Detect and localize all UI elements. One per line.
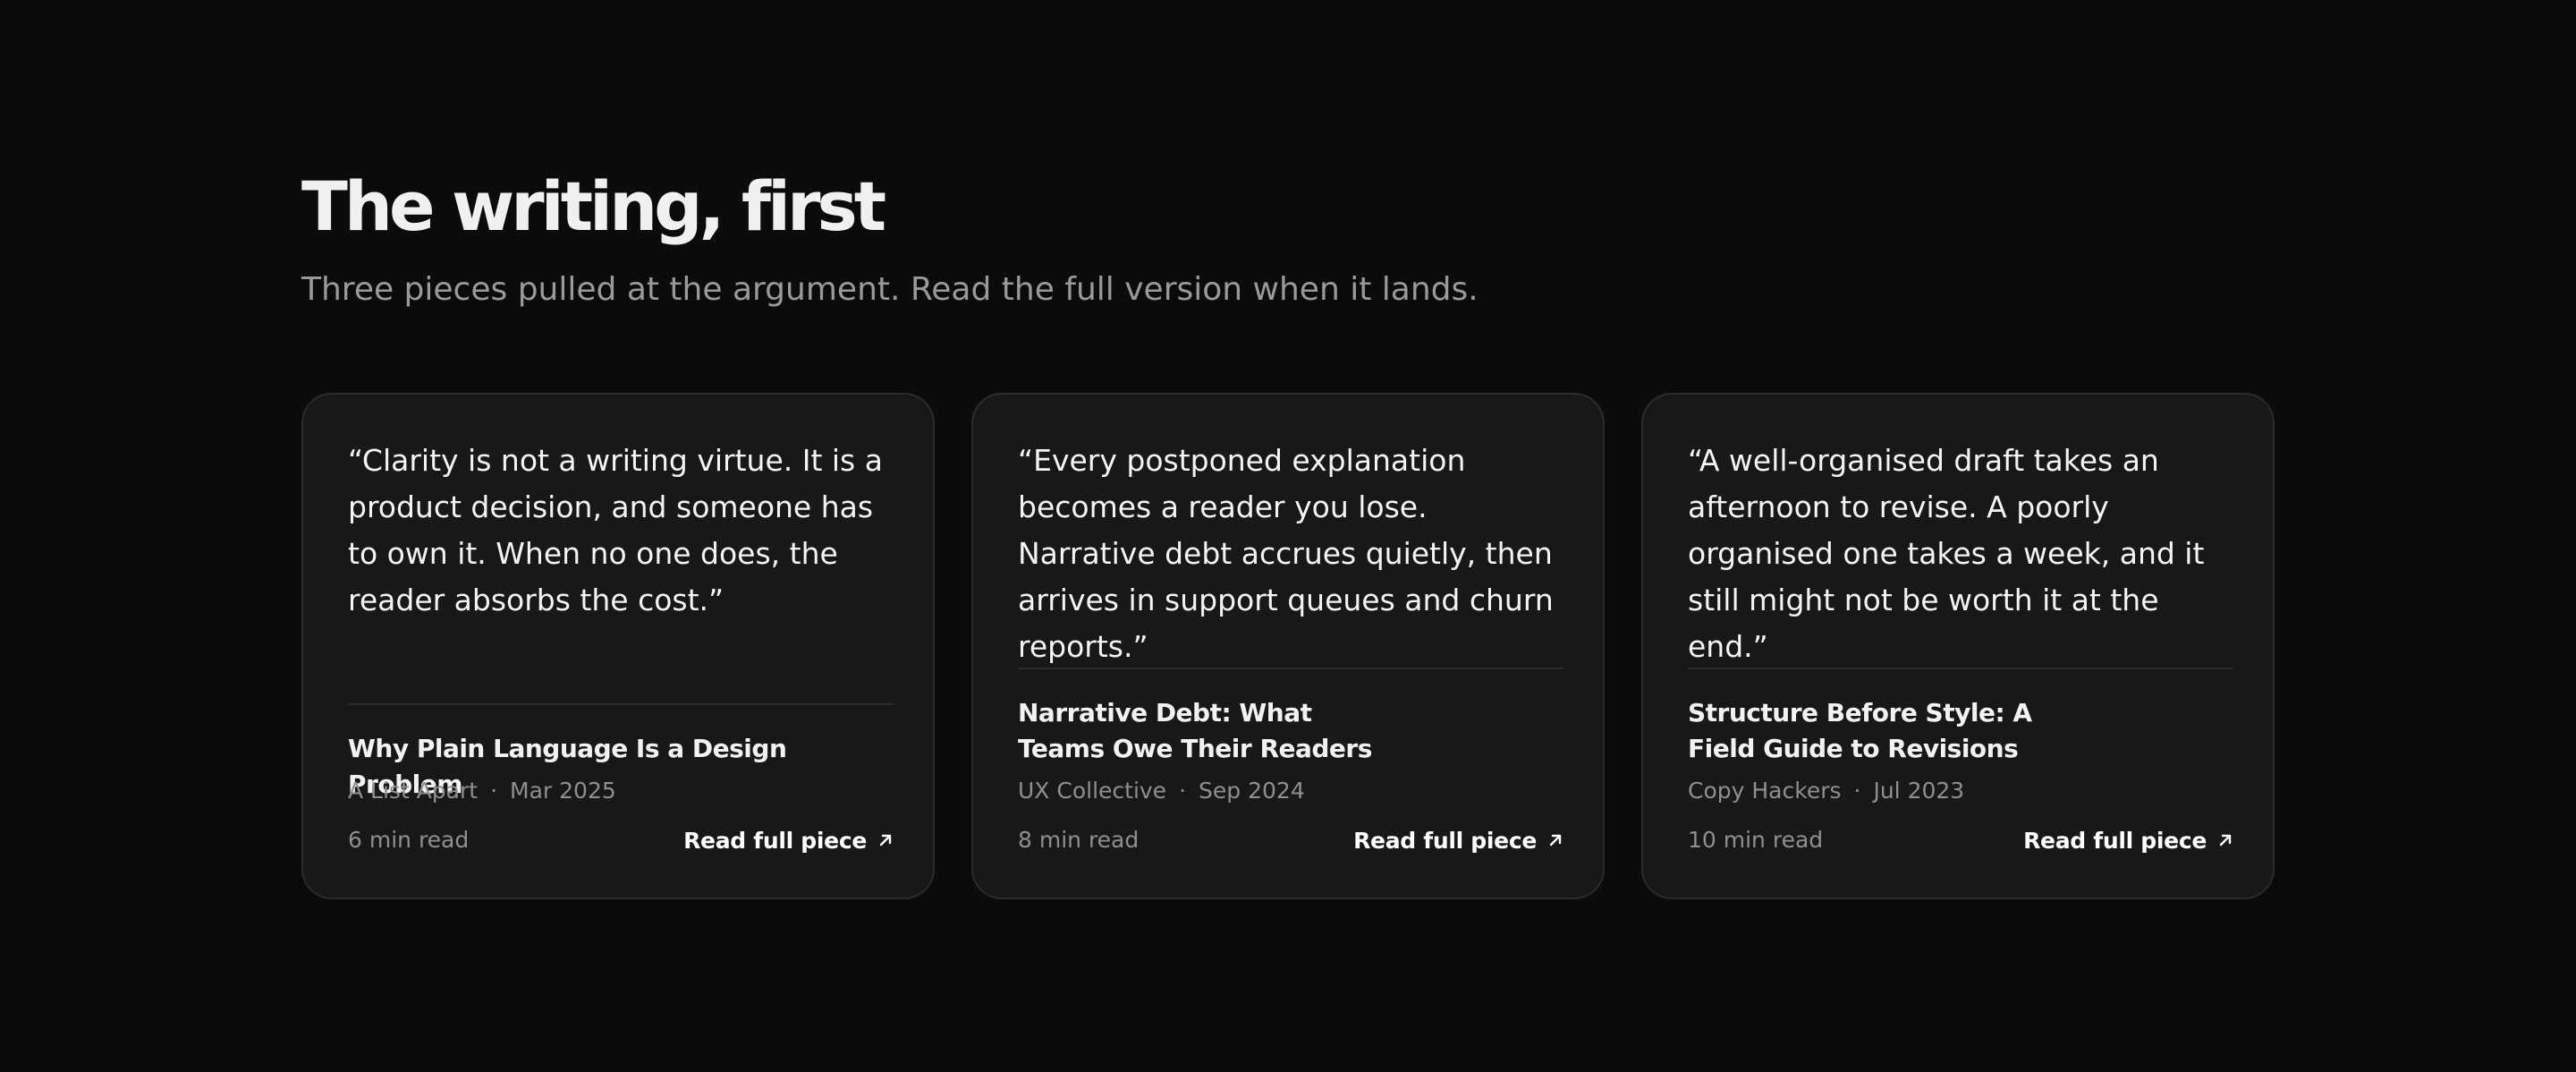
card-read-time: 10 min read — [1688, 827, 1824, 853]
read-full-piece-label: Read full piece — [683, 827, 867, 854]
card-divider — [348, 703, 894, 705]
article-card: “Every postponed explanation becomes a r… — [971, 393, 1605, 899]
card-publication: UX Collective — [1018, 778, 1167, 804]
read-full-piece-link[interactable]: Read full piece — [683, 828, 894, 854]
read-full-piece-link[interactable]: Read full piece — [2023, 828, 2233, 854]
read-full-piece-label: Read full piece — [1353, 827, 1537, 854]
arrow-up-right-icon — [2219, 834, 2232, 847]
card-date: Sep 2024 — [1199, 778, 1305, 804]
card-footer: 8 min read Read full piece — [1018, 822, 1563, 858]
card-read-time: 6 min read — [348, 827, 470, 853]
card-meta: Copy Hackers · Jul 2023 — [1688, 776, 1964, 806]
meta-separator: · — [1179, 778, 1187, 804]
section-subheading: Three pieces pulled at the argument. Rea… — [301, 271, 1479, 308]
writing-section: The writing, first Three pieces pulled a… — [301, 166, 2276, 899]
card-quote: “Clarity is not a writing virtue. It is … — [348, 443, 883, 617]
card-quote: “A well-organised draft takes an afterno… — [1688, 443, 2205, 664]
article-cards: “Clarity is not a writing virtue. It is … — [301, 393, 2276, 899]
card-title: Structure Before Style: A Field Guide to… — [1688, 698, 2032, 763]
meta-separator: · — [490, 778, 498, 804]
card-divider — [1688, 668, 2233, 669]
card-date: Mar 2025 — [510, 778, 616, 804]
card-meta: UX Collective · Sep 2024 — [1018, 776, 1305, 806]
card-title: Narrative Debt: What Teams Owe Their Rea… — [1018, 698, 1372, 763]
card-quote: “Every postponed explanation becomes a r… — [1018, 443, 1554, 664]
article-card: “Clarity is not a writing virtue. It is … — [301, 393, 935, 899]
card-read-time: 8 min read — [1018, 827, 1140, 853]
card-date: Jul 2023 — [1873, 778, 1965, 804]
card-divider — [1018, 668, 1563, 669]
card-footer: 10 min read Read full piece — [1688, 822, 2233, 858]
card-footer: 6 min read Read full piece — [348, 822, 894, 858]
card-publication: A List Apart — [348, 778, 479, 804]
article-card: “A well-organised draft takes an afterno… — [1641, 393, 2275, 899]
arrow-up-right-icon — [1549, 834, 1562, 847]
section-heading: The writing, first — [301, 166, 886, 246]
card-publication: Copy Hackers — [1688, 778, 1842, 804]
arrow-up-right-icon — [879, 834, 892, 847]
card-meta: A List Apart · Mar 2025 — [348, 776, 616, 806]
read-full-piece-link[interactable]: Read full piece — [1353, 828, 1563, 854]
meta-separator: · — [1853, 778, 1861, 804]
read-full-piece-label: Read full piece — [2023, 827, 2207, 854]
